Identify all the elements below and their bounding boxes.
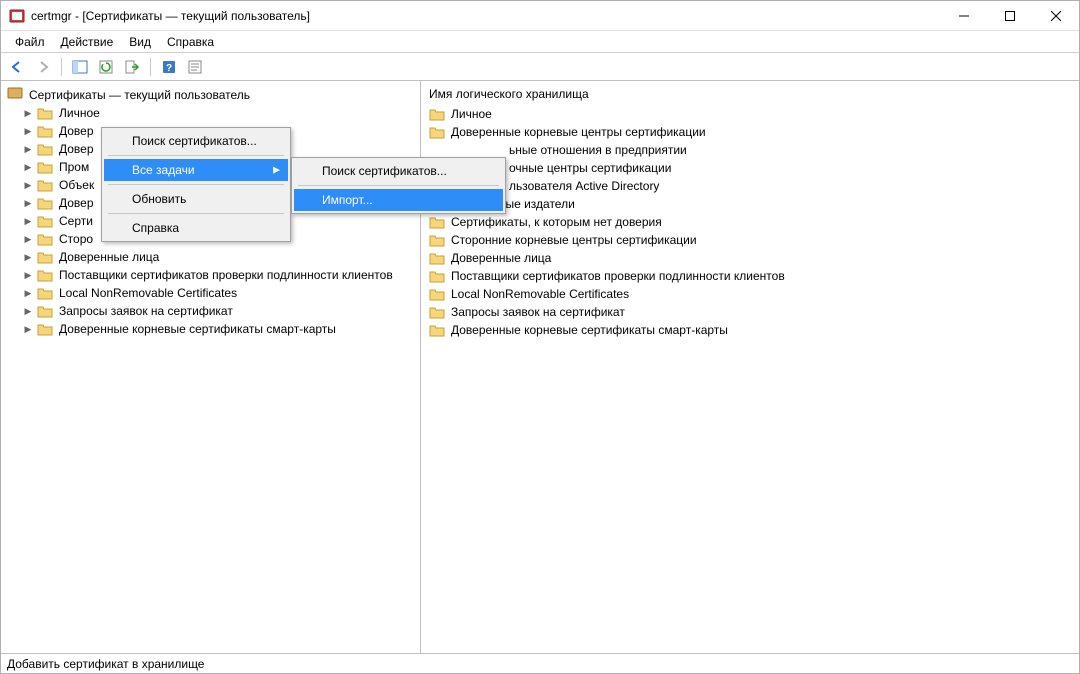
folder-icon bbox=[37, 268, 53, 282]
menu-view[interactable]: Вид bbox=[121, 33, 159, 51]
folder-icon bbox=[429, 305, 445, 319]
export-button[interactable] bbox=[120, 55, 144, 79]
expand-icon[interactable]: ▶ bbox=[23, 126, 33, 136]
back-button[interactable] bbox=[5, 55, 29, 79]
list-item[interactable]: Сторонние корневые центры сертификации bbox=[427, 231, 1079, 249]
submenu-import[interactable]: Импорт... bbox=[294, 189, 503, 211]
list-item[interactable]: Доверенные издатели bbox=[427, 195, 1079, 213]
menu-separator bbox=[108, 184, 284, 185]
folder-icon bbox=[37, 232, 53, 246]
tree-item[interactable]: ▶Доверенные лица bbox=[23, 248, 420, 266]
expand-icon[interactable]: ▶ bbox=[23, 234, 33, 244]
column-header[interactable]: Имя логического хранилища bbox=[427, 85, 1079, 105]
context-submenu: Поиск сертификатов... Импорт... bbox=[291, 157, 506, 214]
list-item[interactable]: Доверенные корневые сертификаты смарт-ка… bbox=[427, 321, 1079, 339]
expand-icon[interactable]: ▶ bbox=[23, 198, 33, 208]
menu-help[interactable]: Справка bbox=[104, 217, 288, 239]
menu-help[interactable]: Справка bbox=[159, 33, 222, 51]
status-text: Добавить сертификат в хранилище bbox=[7, 657, 204, 671]
window-title: certmgr - [Сертификаты — текущий пользов… bbox=[31, 9, 941, 23]
svg-text:?: ? bbox=[166, 63, 172, 74]
list-body: Личное Доверенные корневые центры сертиф… bbox=[427, 105, 1079, 339]
folder-icon bbox=[37, 250, 53, 264]
expand-icon[interactable]: ▶ bbox=[23, 306, 33, 316]
list-item[interactable]: очные центры сертификации bbox=[427, 159, 1079, 177]
expand-icon[interactable]: ▶ bbox=[23, 252, 33, 262]
refresh-button[interactable] bbox=[94, 55, 118, 79]
menu-find-certificates[interactable]: Поиск сертификатов... bbox=[104, 130, 288, 152]
folder-icon bbox=[429, 125, 445, 139]
properties-button[interactable] bbox=[183, 55, 207, 79]
folder-icon bbox=[37, 304, 53, 318]
list-item[interactable]: ьные отношения в предприятии bbox=[427, 141, 1079, 159]
certmgr-root-icon bbox=[7, 86, 23, 103]
app-icon bbox=[9, 8, 25, 24]
toolbar: ? bbox=[1, 53, 1079, 81]
folder-icon bbox=[37, 214, 53, 228]
menu-action[interactable]: Действие bbox=[53, 33, 122, 51]
menu-file[interactable]: Файл bbox=[7, 33, 53, 51]
list-pane: Имя логического хранилища Личное Доверен… bbox=[421, 81, 1079, 653]
list-item[interactable]: Запросы заявок на сертификат bbox=[427, 303, 1079, 321]
folder-icon bbox=[37, 286, 53, 300]
expand-icon[interactable]: ▶ bbox=[23, 288, 33, 298]
context-menu: Поиск сертификатов... Все задачи ▶ Обнов… bbox=[101, 127, 291, 242]
folder-icon bbox=[37, 160, 53, 174]
list-item[interactable]: Доверенные лица bbox=[427, 249, 1079, 267]
menu-all-tasks[interactable]: Все задачи ▶ bbox=[104, 159, 288, 181]
list-item[interactable]: Поставщики сертификатов проверки подлинн… bbox=[427, 267, 1079, 285]
menu-separator bbox=[108, 213, 284, 214]
close-button[interactable] bbox=[1033, 1, 1079, 30]
submenu-find-certificates[interactable]: Поиск сертификатов... bbox=[294, 160, 503, 182]
tree-item[interactable]: ▶Запросы заявок на сертификат bbox=[23, 302, 420, 320]
expand-icon[interactable]: ▶ bbox=[23, 216, 33, 226]
folder-icon bbox=[429, 251, 445, 265]
list-item[interactable]: льзователя Active Directory bbox=[427, 177, 1079, 195]
list-item[interactable]: Доверенные корневые центры сертификации bbox=[427, 123, 1079, 141]
folder-icon bbox=[37, 106, 53, 120]
list-item[interactable]: Local NonRemovable Certificates bbox=[427, 285, 1079, 303]
submenu-arrow-icon: ▶ bbox=[273, 165, 280, 176]
expand-icon[interactable]: ▶ bbox=[23, 108, 33, 118]
show-hide-tree-button[interactable] bbox=[68, 55, 92, 79]
folder-icon bbox=[429, 269, 445, 283]
folder-icon bbox=[429, 233, 445, 247]
folder-icon bbox=[429, 107, 445, 121]
menubar: Файл Действие Вид Справка bbox=[1, 31, 1079, 53]
tree-item[interactable]: ▶Личное bbox=[23, 104, 420, 122]
tree-root[interactable]: Сертификаты — текущий пользователь bbox=[5, 85, 420, 104]
app-window: certmgr - [Сертификаты — текущий пользов… bbox=[0, 0, 1080, 674]
folder-icon bbox=[37, 124, 53, 138]
folder-icon bbox=[429, 215, 445, 229]
tree-item[interactable]: ▶Local NonRemovable Certificates bbox=[23, 284, 420, 302]
folder-icon bbox=[429, 323, 445, 337]
expand-icon[interactable]: ▶ bbox=[23, 270, 33, 280]
folder-icon bbox=[37, 178, 53, 192]
expand-icon[interactable]: ▶ bbox=[23, 144, 33, 154]
toolbar-separator bbox=[150, 58, 151, 76]
expand-icon[interactable]: ▶ bbox=[23, 180, 33, 190]
expand-icon[interactable]: ▶ bbox=[23, 324, 33, 334]
menu-separator bbox=[298, 185, 499, 186]
maximize-button[interactable] bbox=[987, 1, 1033, 30]
folder-icon bbox=[37, 322, 53, 336]
folder-icon bbox=[429, 287, 445, 301]
toolbar-separator bbox=[61, 58, 62, 76]
forward-button[interactable] bbox=[31, 55, 55, 79]
tree-item[interactable]: ▶Поставщики сертификатов проверки подлин… bbox=[23, 266, 420, 284]
list-item[interactable]: Личное bbox=[427, 105, 1079, 123]
folder-icon bbox=[37, 196, 53, 210]
window-controls bbox=[941, 1, 1079, 30]
list-item[interactable]: Сертификаты, к которым нет доверия bbox=[427, 213, 1079, 231]
menu-refresh[interactable]: Обновить bbox=[104, 188, 288, 210]
tree-item[interactable]: ▶Доверенные корневые сертификаты смарт-к… bbox=[23, 320, 420, 338]
titlebar: certmgr - [Сертификаты — текущий пользов… bbox=[1, 1, 1079, 31]
menu-separator bbox=[108, 155, 284, 156]
statusbar: Добавить сертификат в хранилище bbox=[1, 653, 1079, 673]
minimize-button[interactable] bbox=[941, 1, 987, 30]
expand-icon[interactable]: ▶ bbox=[23, 162, 33, 172]
help-button[interactable]: ? bbox=[157, 55, 181, 79]
folder-icon bbox=[37, 142, 53, 156]
